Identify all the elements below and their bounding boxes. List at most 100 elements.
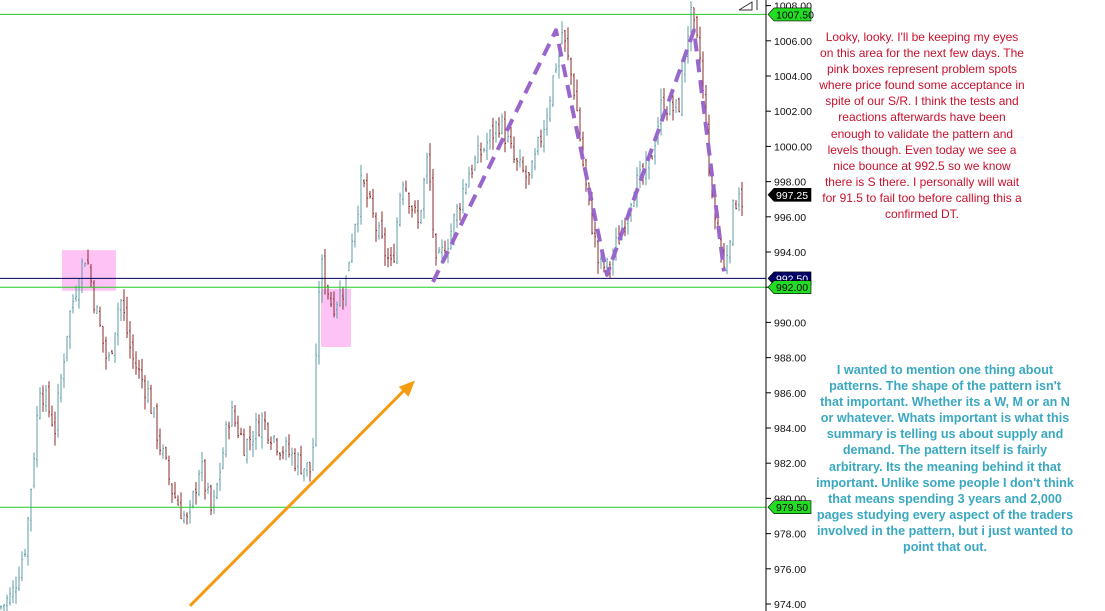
price-bar (39, 387, 41, 420)
price-bar (36, 406, 38, 468)
price-bar (426, 152, 428, 185)
price-bar (18, 566, 20, 592)
price-bar (210, 484, 212, 516)
price-bar (348, 261, 350, 272)
price-bar (6, 594, 8, 611)
price-bar (564, 29, 566, 52)
price-bar (153, 407, 155, 419)
price-bar (243, 428, 245, 457)
price-bar (696, 15, 698, 39)
price-bar (417, 199, 419, 229)
price-bar (537, 136, 539, 156)
price-bar (597, 240, 599, 274)
price-bar (645, 151, 647, 186)
price-bar (543, 120, 545, 153)
price-bar (132, 334, 134, 369)
price-bar (513, 136, 515, 164)
price-bar (312, 437, 314, 471)
flag-current-price: 997.25 (767, 188, 812, 202)
price-bar (222, 447, 224, 470)
price-bar (267, 422, 269, 445)
price-bar (573, 73, 575, 100)
price-bar (168, 455, 170, 486)
price-bar (240, 427, 242, 436)
price-bar (204, 459, 206, 500)
price-bar (354, 223, 356, 248)
flag-1007.50: 1007.50 (767, 7, 814, 21)
corner-triangle-icon (738, 1, 753, 11)
price-bar (693, 7, 695, 31)
price-bar (264, 411, 266, 430)
price-bar (492, 117, 494, 150)
price-bar (396, 217, 398, 264)
y-tick-label: 1000.00 (774, 141, 812, 153)
price-bar (351, 233, 353, 263)
price-bar (48, 381, 50, 418)
price-bar (411, 205, 413, 218)
price-bar (27, 516, 29, 566)
price-bar (546, 107, 548, 136)
price-bar (297, 452, 299, 476)
price-bar (372, 188, 374, 218)
price-bar (381, 211, 383, 239)
price-bar (288, 434, 290, 458)
price-bar (216, 482, 218, 500)
price-bar (684, 59, 686, 83)
price-bar (273, 435, 275, 443)
price-bar (246, 438, 248, 464)
price-bar (678, 97, 680, 113)
price-bar (183, 510, 185, 524)
corner-marker (738, 0, 758, 11)
price-bar (648, 158, 650, 180)
price-bar (477, 135, 479, 164)
y-tick-label: 984.00 (774, 423, 806, 435)
price-bar (207, 482, 209, 494)
price-bar (432, 169, 434, 238)
y-tick-label: 978.00 (774, 529, 806, 541)
price-bar (438, 247, 440, 254)
price-bar (276, 438, 278, 456)
price-bar (459, 202, 461, 221)
price-bar (567, 27, 569, 61)
price-bar (384, 227, 386, 266)
price-bar (225, 421, 227, 458)
price-bar (516, 157, 518, 171)
price-bar (258, 414, 260, 437)
price-bar (435, 233, 437, 266)
price-bar (213, 489, 215, 515)
price-bar (123, 289, 125, 321)
price-bar (672, 95, 674, 121)
flag-979.50: 979.50 (767, 500, 812, 514)
price-bar (159, 428, 161, 456)
price-bar (552, 75, 554, 108)
price-bar (285, 436, 287, 461)
price-bar (15, 576, 17, 604)
price-bar (405, 180, 407, 193)
flag-1007.50-label: 1007.50 (776, 9, 814, 21)
price-bar (117, 302, 119, 346)
price-bar (555, 63, 557, 73)
price-bar (594, 221, 596, 248)
price-bar (177, 495, 179, 506)
price-bar (138, 359, 140, 379)
price-bar (570, 57, 572, 85)
flag-current-price-label: 997.25 (776, 190, 808, 202)
price-bar (3, 603, 5, 611)
price-bar (687, 26, 689, 64)
price-bar (576, 79, 578, 112)
y-tick-label: 986.00 (774, 388, 806, 400)
price-bar (366, 173, 368, 208)
price-bar (252, 431, 254, 458)
price-bar (636, 167, 638, 208)
price-bar (108, 351, 110, 362)
price-bar (519, 149, 521, 168)
y-tick-label: 982.00 (774, 458, 806, 470)
price-bars (0, 1, 743, 611)
price-bar (414, 200, 416, 214)
price-bar (45, 384, 47, 412)
price-bar (660, 88, 662, 136)
y-tick-label: 996.00 (774, 212, 806, 224)
price-bar (483, 147, 485, 153)
price-bar (189, 500, 191, 524)
price-bar (690, 1, 692, 52)
